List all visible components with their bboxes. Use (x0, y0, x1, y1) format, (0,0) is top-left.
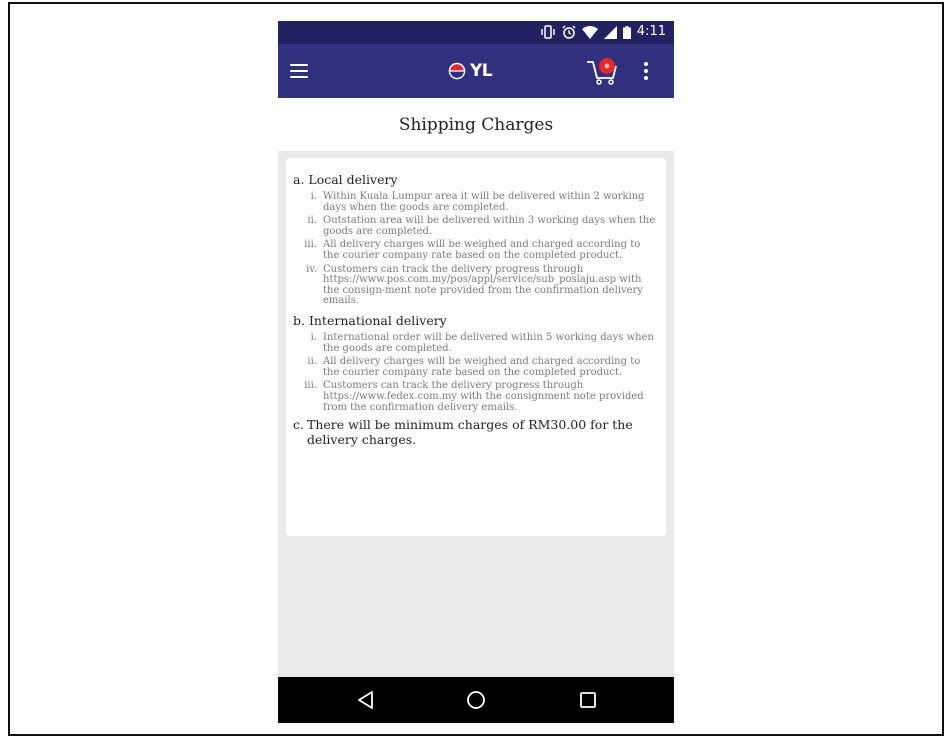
system-nav-bar (278, 677, 674, 723)
page-title-bar: Shipping Charges (278, 98, 674, 151)
list-item: iii. Customers can track the delivery pr… (304, 380, 644, 413)
status-icons: 4:11 (540, 24, 666, 40)
back-triangle-icon (358, 691, 373, 709)
back-button[interactable] (354, 689, 378, 711)
home-button[interactable] (464, 689, 488, 711)
alarm-icon (562, 25, 576, 39)
shipping-charges-card: a. Local delivery i. Within Kuala Lumpur… (286, 158, 666, 536)
status-bar: 4:11 (278, 21, 674, 44)
logo-text: YL (470, 61, 493, 81)
wifi-icon (581, 25, 598, 39)
shopping-cart-icon (587, 58, 617, 85)
list-item: ii. All delivery charges will be weighed… (307, 356, 641, 378)
hamburger-menu-icon[interactable] (290, 58, 318, 84)
shopping-cart-button[interactable] (585, 54, 621, 88)
app-logo: YL (448, 58, 493, 84)
phone-screen: 4:11 YL Shipping Charges a. Local delive… (278, 21, 674, 723)
logo-mark-icon (448, 62, 466, 80)
local-delivery-heading: a. Local delivery (293, 172, 398, 187)
list-item: iv. Customers can track the delivery pro… (306, 263, 643, 307)
status-time: 4:11 (636, 24, 666, 39)
app-bar: YL (278, 44, 674, 98)
list-item: i. Within Kuala Lumpur area it will be d… (310, 191, 645, 213)
home-circle-icon (467, 691, 485, 709)
vibrate-icon (541, 25, 555, 39)
list-item: i. International order will be delivered… (310, 331, 654, 354)
list-item: iii. All delivery charges will be weighe… (304, 239, 641, 261)
more-vert-icon[interactable] (638, 57, 654, 85)
battery-icon (622, 25, 631, 39)
list-item: ii. Outstation area will be delivered wi… (307, 215, 656, 237)
minimum-charges-note: c. There will be minimum charges of RM30… (293, 417, 633, 448)
signal-icon (603, 25, 617, 39)
recents-button[interactable] (576, 689, 600, 711)
international-delivery-heading: b. International delivery (293, 312, 447, 328)
recents-square-icon (580, 692, 596, 708)
page-title: Shipping Charges (398, 114, 554, 135)
